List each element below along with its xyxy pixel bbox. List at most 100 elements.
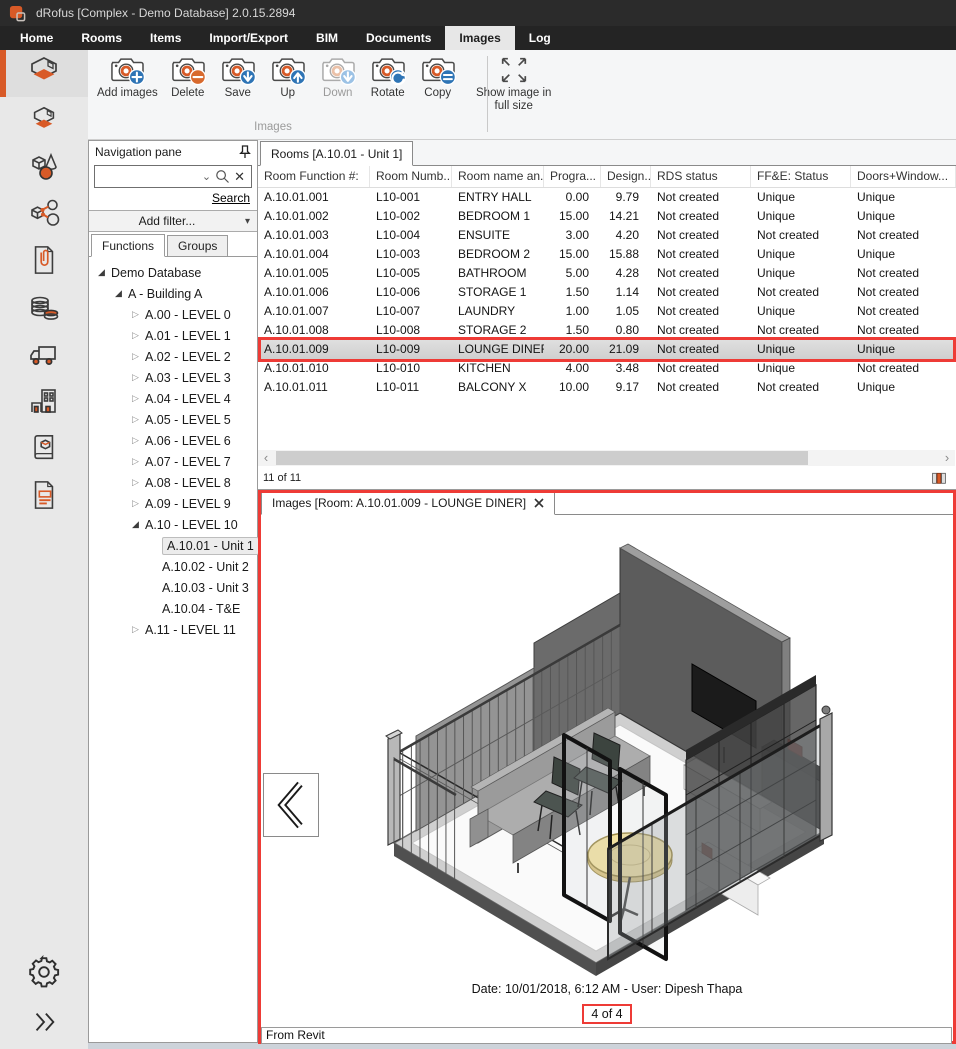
sidebar-item-expand[interactable] <box>29 1008 59 1039</box>
rotate-button[interactable]: Rotate <box>363 53 413 101</box>
tree-expander-icon[interactable]: ▷ <box>129 330 142 341</box>
menu-tab-images[interactable]: Images <box>445 26 514 50</box>
image-description-field[interactable]: From Revit <box>261 1027 952 1044</box>
search-icon[interactable] <box>215 169 230 184</box>
up-button[interactable]: Up <box>263 53 313 101</box>
sidebar-item-settings[interactable] <box>27 955 61 992</box>
tree-item[interactable]: ▷A.03 - LEVEL 3 <box>89 367 257 388</box>
tree-expander-icon[interactable]: ▷ <box>129 456 142 467</box>
column-header-room-function[interactable]: Room Function #: <box>258 166 370 187</box>
close-icon[interactable] <box>534 498 544 508</box>
search-clear-icon[interactable]: ✕ <box>230 169 251 185</box>
column-header-rds-status[interactable]: RDS status <box>651 166 751 187</box>
table-row[interactable]: A.10.01.002L10-002BEDROOM 115.0014.21Not… <box>258 207 956 226</box>
column-header-progra[interactable]: Progra... <box>544 166 601 187</box>
tree-item[interactable]: ▷A.08 - LEVEL 8 <box>89 472 257 493</box>
sidebar-item-systems[interactable] <box>0 191 88 238</box>
table-row[interactable]: A.10.01.004L10-003BEDROOM 215.0015.88Not… <box>258 245 956 264</box>
sidebar-item-logistics[interactable] <box>0 332 88 379</box>
tree-item[interactable]: ▷A.06 - LEVEL 6 <box>89 430 257 451</box>
tree-expander-icon[interactable]: ◢ <box>129 519 142 530</box>
tree-item[interactable]: ▷A.04 - LEVEL 4 <box>89 388 257 409</box>
horizontal-scrollbar[interactable]: ‹ › <box>258 450 955 466</box>
table-row[interactable]: A.10.01.006L10-006STORAGE 11.501.14Not c… <box>258 283 956 302</box>
column-header-doors-window[interactable]: Doors+Window... <box>851 166 956 187</box>
tree-item[interactable]: A.10.03 - Unit 3 <box>89 577 257 598</box>
table-row[interactable]: A.10.01.010L10-010KITCHEN4.003.48Not cre… <box>258 359 956 378</box>
tree-item[interactable]: A.10.04 - T&E <box>89 598 257 619</box>
pin-icon[interactable] <box>239 145 251 159</box>
sidebar-item-reports[interactable] <box>0 473 88 520</box>
menu-tab-home[interactable]: Home <box>6 26 67 50</box>
table-row[interactable]: A.10.01.005L10-005BATHROOM5.004.28Not cr… <box>258 264 956 283</box>
add-filter-dropdown[interactable]: Add filter... ▾ <box>89 210 257 232</box>
column-header-design[interactable]: Design... <box>601 166 651 187</box>
table-row[interactable]: A.10.01.001L10-001ENTRY HALL0.009.79Not … <box>258 188 956 207</box>
save-button[interactable]: Save <box>213 53 263 101</box>
tree-item[interactable]: ▷A.09 - LEVEL 9 <box>89 493 257 514</box>
add-images-button[interactable]: Add images <box>92 53 163 101</box>
table-cell: 1.00 <box>544 302 601 321</box>
tree-item[interactable]: ▷A.02 - LEVEL 2 <box>89 346 257 367</box>
sidebar-item-items[interactable] <box>0 97 88 144</box>
column-header-ff-e-status[interactable]: FF&E: Status <box>751 166 851 187</box>
tree-expander-icon[interactable]: ▷ <box>129 372 142 383</box>
copy-button[interactable]: Copy <box>413 53 463 101</box>
tree-expander-icon[interactable]: ▷ <box>129 309 142 320</box>
tree-expander-icon[interactable]: ▷ <box>129 435 142 446</box>
menu-tab-items[interactable]: Items <box>136 26 195 50</box>
tree-item[interactable]: ▷A.00 - LEVEL 0 <box>89 304 257 325</box>
tree-item[interactable]: ▷A.07 - LEVEL 7 <box>89 451 257 472</box>
table-row[interactable]: A.10.01.011L10-011BALCONY X10.009.17Not … <box>258 378 956 397</box>
menu-tab-rooms[interactable]: Rooms <box>67 26 136 50</box>
scrollbar-thumb[interactable] <box>276 451 808 465</box>
tree-expander-icon[interactable]: ▷ <box>129 624 142 635</box>
scroll-right-icon[interactable]: › <box>939 451 955 465</box>
column-header-room-numb[interactable]: Room Numb... <box>370 166 452 187</box>
tree-item[interactable]: A.10.01 - Unit 1 <box>89 535 257 556</box>
sidebar-item-finances[interactable] <box>0 285 88 332</box>
tree-expander-icon[interactable]: ▷ <box>129 393 142 404</box>
sidebar-item-shapes[interactable] <box>0 144 88 191</box>
scroll-left-icon[interactable]: ‹ <box>258 451 274 465</box>
search-input[interactable] <box>95 167 198 186</box>
sidebar-item-buildings[interactable] <box>0 379 88 426</box>
sidebar-item-rooms[interactable] <box>0 50 88 97</box>
tree-expander-icon[interactable]: ▷ <box>129 414 142 425</box>
table-row[interactable]: A.10.01.008L10-008STORAGE 21.500.80Not c… <box>258 321 956 340</box>
tree-item[interactable]: ▷A.01 - LEVEL 1 <box>89 325 257 346</box>
tree-expander-icon[interactable]: ▷ <box>129 477 142 488</box>
delete-button[interactable]: Delete <box>163 53 213 101</box>
search-box[interactable]: ⌄ ✕ <box>94 165 252 188</box>
menu-tab-bim[interactable]: BIM <box>302 26 352 50</box>
tree-item[interactable]: ◢A - Building A <box>89 283 257 304</box>
tree-expander-icon[interactable]: ◢ <box>95 267 108 278</box>
tree-item[interactable]: ◢A.10 - LEVEL 10 <box>89 514 257 535</box>
menu-tab-import-export[interactable]: Import/Export <box>195 26 302 50</box>
sidebar-item-catalog[interactable] <box>0 426 88 473</box>
column-header-room-name-an[interactable]: Room name an... <box>452 166 544 187</box>
show-image-in-full-size-button[interactable]: Show image in full size <box>463 53 565 114</box>
scrollbar-track[interactable] <box>274 450 939 466</box>
previous-image-button[interactable] <box>263 773 319 837</box>
tree-item[interactable]: ▷A.11 - LEVEL 11 <box>89 619 257 640</box>
table-row[interactable]: A.10.01.009L10-009LOUNGE DINER20.0021.09… <box>258 340 956 359</box>
table-row[interactable]: A.10.01.003L10-004ENSUITE3.004.20Not cre… <box>258 226 956 245</box>
column-chooser-icon[interactable] <box>931 471 947 486</box>
tree-item[interactable]: ◢Demo Database <box>89 262 257 283</box>
search-history-caret-icon[interactable]: ⌄ <box>198 170 215 183</box>
tab-functions[interactable]: Functions <box>91 234 165 257</box>
tree-item[interactable]: A.10.02 - Unit 2 <box>89 556 257 577</box>
table-row[interactable]: A.10.01.007L10-007LAUNDRY1.001.05Not cre… <box>258 302 956 321</box>
tree-expander-icon[interactable]: ◢ <box>112 288 125 299</box>
tree-expander-icon[interactable]: ▷ <box>129 351 142 362</box>
sidebar-item-attachments[interactable] <box>0 238 88 285</box>
rooms-tab[interactable]: Rooms [A.10.01 - Unit 1] <box>260 141 413 166</box>
menu-tab-documents[interactable]: Documents <box>352 26 445 50</box>
tree-expander-icon[interactable]: ▷ <box>129 498 142 509</box>
tab-groups[interactable]: Groups <box>167 235 228 257</box>
tree-item[interactable]: ▷A.05 - LEVEL 5 <box>89 409 257 430</box>
images-tab[interactable]: Images [Room: A.10.01.009 - LOUNGE DINER… <box>261 490 555 515</box>
search-link[interactable]: Search <box>212 191 250 205</box>
menu-tab-log[interactable]: Log <box>515 26 565 50</box>
